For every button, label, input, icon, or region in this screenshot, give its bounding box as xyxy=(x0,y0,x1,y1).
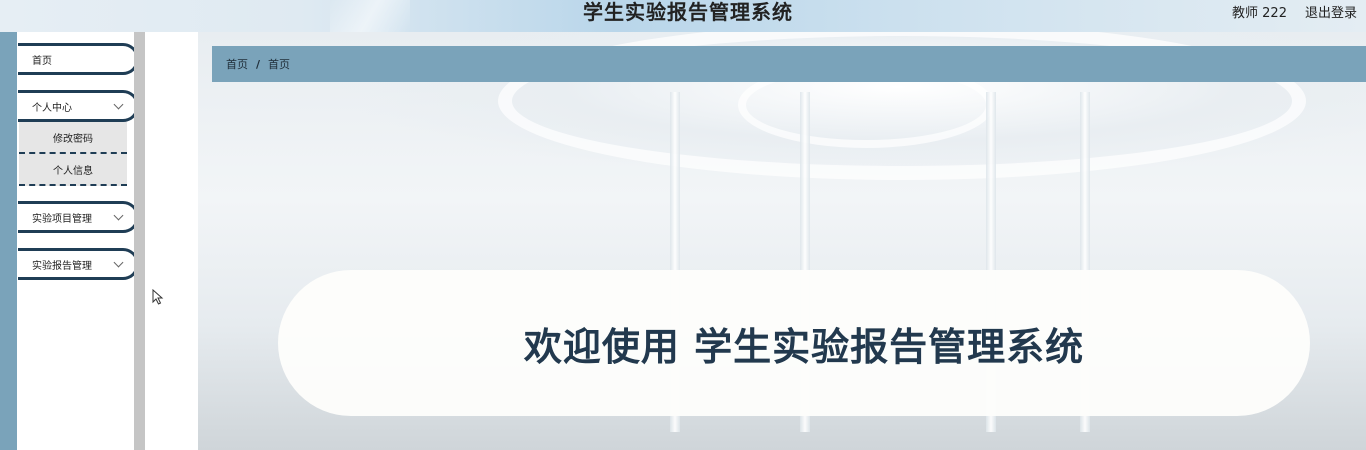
breadcrumb-separator: / xyxy=(256,57,261,71)
sidebar-item-experiment-projects[interactable]: 实验项目管理 xyxy=(18,201,139,233)
sidebar: 首页 个人中心 修改密码 个人信息 实验项目管理 实验报告管理 xyxy=(17,32,139,450)
top-header: 学生实验报告管理系统 教师 222 退出登录 xyxy=(0,0,1366,32)
sidebar-item-label: 个人中心 xyxy=(32,102,72,114)
breadcrumb: 首页 / 首页 xyxy=(212,46,1366,82)
submenu-item-personal-info[interactable]: 个人信息 xyxy=(19,154,127,186)
welcome-heading: 欢迎使用 学生实验报告管理系统 xyxy=(523,324,1085,369)
submenu-item-label: 修改密码 xyxy=(53,133,93,145)
sidebar-item-home[interactable]: 首页 xyxy=(18,43,139,75)
spacer-column xyxy=(145,32,198,450)
welcome-card: 欢迎使用 学生实验报告管理系统 xyxy=(278,270,1310,416)
mouse-cursor-icon xyxy=(152,289,164,305)
logout-link[interactable]: 退出登录 xyxy=(1305,2,1357,21)
sidebar-item-experiment-reports[interactable]: 实验报告管理 xyxy=(18,248,139,280)
submenu-item-change-password[interactable]: 修改密码 xyxy=(19,122,127,154)
breadcrumb-item-current: 首页 xyxy=(268,58,291,71)
app-title: 学生实验报告管理系统 xyxy=(583,0,793,24)
user-label: 教师 222 xyxy=(1232,6,1287,21)
user-area: 教师 222 退出登录 xyxy=(1232,2,1357,21)
sidebar-scrollbar[interactable] xyxy=(134,32,145,450)
chevron-down-icon xyxy=(113,257,124,268)
breadcrumb-item-home[interactable]: 首页 xyxy=(226,56,248,72)
chevron-down-icon xyxy=(113,99,124,110)
sidebar-item-label: 首页 xyxy=(32,55,52,67)
sidebar-accent-strip xyxy=(0,32,17,450)
main-content: 首页 / 首页 欢迎使用 学生实验报告管理系统 xyxy=(198,32,1366,450)
chevron-down-icon xyxy=(113,210,124,221)
sidebar-item-label: 实验项目管理 xyxy=(32,213,92,225)
submenu-item-label: 个人信息 xyxy=(53,165,93,177)
sidebar-item-personal-center[interactable]: 个人中心 xyxy=(18,90,139,122)
sidebar-item-label: 实验报告管理 xyxy=(32,260,92,272)
